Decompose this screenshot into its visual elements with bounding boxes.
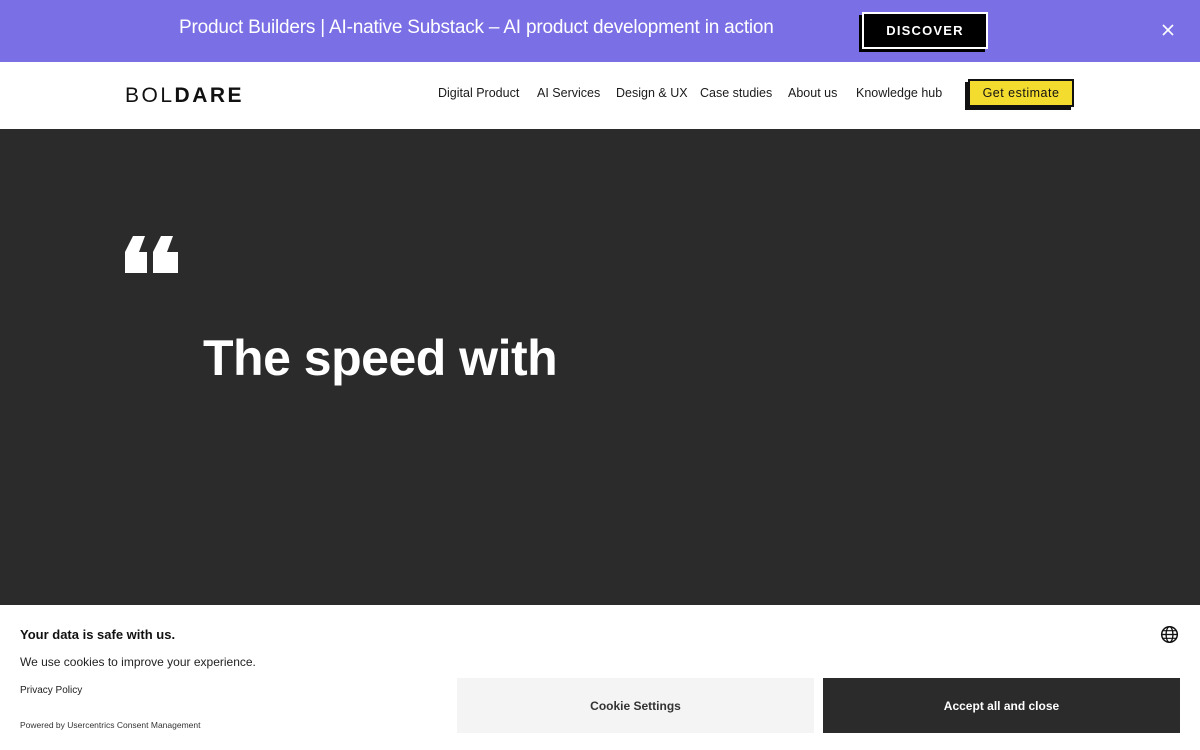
accept-all-button[interactable]: Accept all and close <box>823 678 1180 733</box>
nav-item-design-ux[interactable]: Design & UX <box>616 86 688 100</box>
globe-icon[interactable] <box>1160 625 1179 644</box>
cookie-banner: Your data is safe with us. We use cookie… <box>0 605 1200 750</box>
quote-icon <box>125 236 178 273</box>
announcement-bar: Product Builders | AI-native Substack – … <box>0 0 1200 62</box>
cookie-title: Your data is safe with us. <box>20 627 176 642</box>
logo-text-light: BOL <box>125 84 175 107</box>
get-estimate-button[interactable]: Get estimate <box>968 79 1074 107</box>
logo-text-bold: DARE <box>174 84 245 107</box>
nav-item-digital-product[interactable]: Digital Product <box>438 86 519 100</box>
cookie-settings-button[interactable]: Cookie Settings <box>457 678 814 733</box>
boldare-logo[interactable]: BOLDARE <box>125 84 244 108</box>
nav-item-knowledge-hub[interactable]: Knowledge hub <box>856 86 942 100</box>
discover-button[interactable]: DISCOVER <box>862 12 988 49</box>
cookie-description: We use cookies to improve your experienc… <box>20 655 256 669</box>
nav-item-ai-services[interactable]: AI Services <box>537 86 600 100</box>
announcement-text[interactable]: Product Builders | AI-native Substack – … <box>179 17 774 39</box>
nav-item-case-studies[interactable]: Case studies <box>700 86 772 100</box>
hero-headline: The speed with <box>203 330 558 386</box>
nav-item-about-us[interactable]: About us <box>788 86 837 100</box>
close-icon[interactable] <box>1158 20 1178 40</box>
privacy-policy-link[interactable]: Privacy Policy <box>20 685 82 696</box>
powered-by-text: Powered by Usercentrics Consent Manageme… <box>20 720 201 730</box>
site-header: BOLDARE Digital Product AI Services Desi… <box>0 62 1200 129</box>
hero-section: The speed with <box>0 129 1200 605</box>
page: Product Builders | AI-native Substack – … <box>0 0 1200 750</box>
